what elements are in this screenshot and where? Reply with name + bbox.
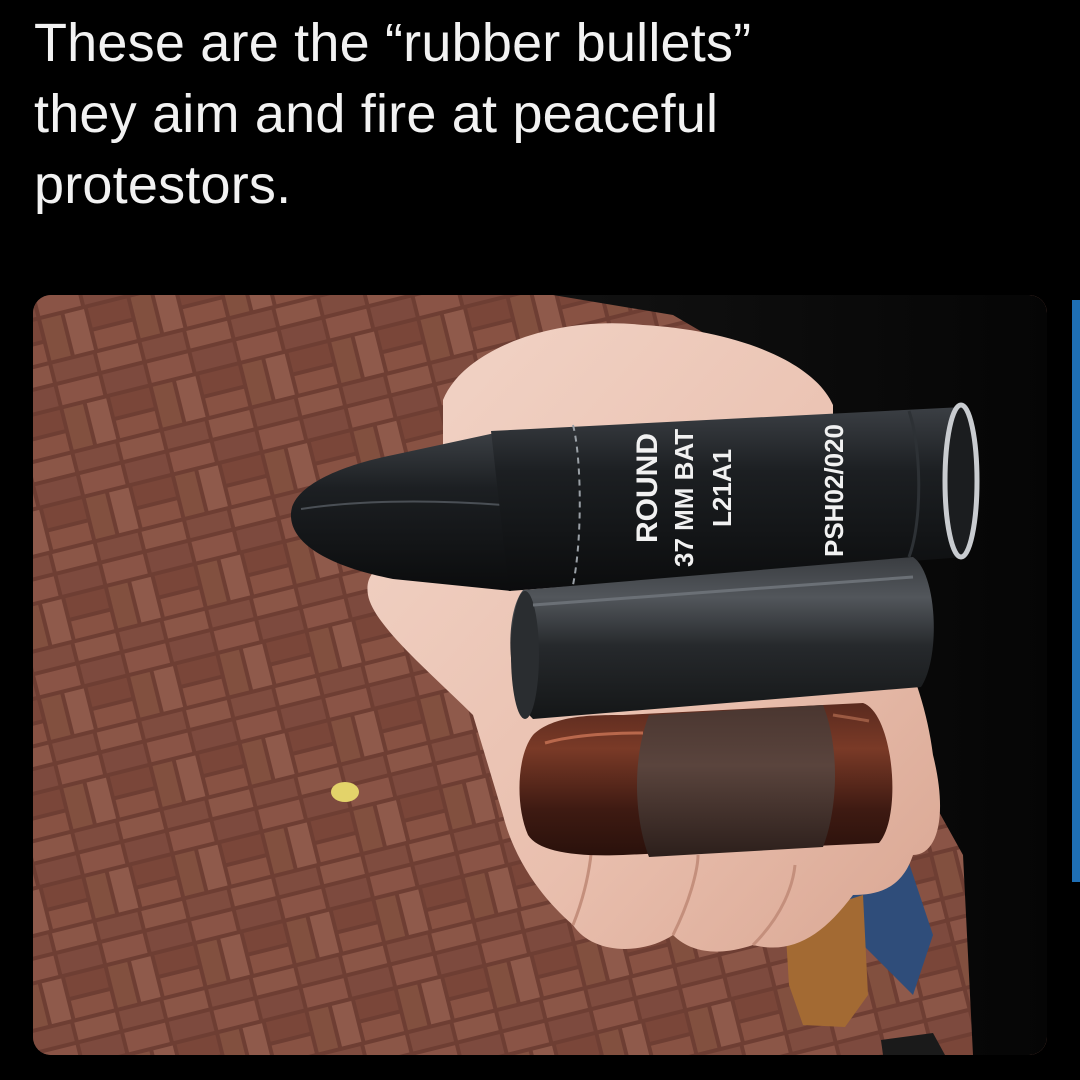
photo-illustration: ROUND 37 MM BAT L21A1 PSH02/020 — [33, 295, 1047, 1055]
post-caption: These are the “rubber bullets” they aim … — [34, 8, 1034, 221]
side-accent-bar — [1072, 300, 1080, 882]
casing-rim — [942, 402, 980, 560]
casing-label-line1: ROUND — [631, 433, 664, 543]
brown-round-band — [637, 705, 835, 857]
brown-round — [519, 703, 893, 857]
caption-line-3: protestors. — [34, 155, 292, 215]
caption-line-2: they aim and fire at peaceful — [34, 84, 719, 144]
casing-label-line2: 37 MM BAT — [669, 429, 699, 567]
leaf — [331, 782, 359, 802]
casing-label-line3: L21A1 — [707, 449, 737, 527]
meme-post: These are the “rubber bullets” they aim … — [0, 0, 1080, 1080]
post-photo[interactable]: ROUND 37 MM BAT L21A1 PSH02/020 — [33, 295, 1047, 1055]
caption-line-1: These are the “rubber bullets” — [34, 13, 752, 73]
casing-label-lot: PSH02/020 — [819, 424, 849, 557]
